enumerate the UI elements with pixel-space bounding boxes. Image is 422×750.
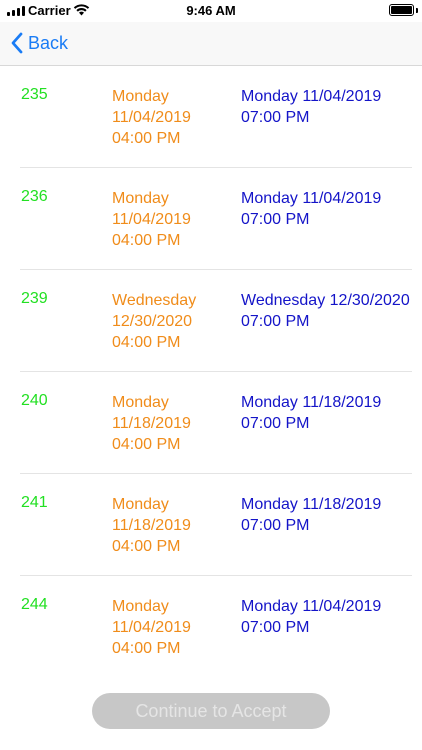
start-time: Monday 11/04/2019 04:00 PM xyxy=(112,598,191,657)
list-item[interactable]: 241 Monday 11/18/2019 04:00 PM Monday 11… xyxy=(0,474,422,576)
start-time: Monday 11/04/2019 04:00 PM xyxy=(112,88,191,147)
chevron-left-icon xyxy=(11,32,23,54)
item-id: 235 xyxy=(21,86,48,103)
item-id: 239 xyxy=(21,290,48,307)
start-time: Monday 11/18/2019 04:00 PM xyxy=(112,496,191,555)
start-time: Monday 11/04/2019 04:00 PM xyxy=(112,190,191,249)
end-time: Monday 11/18/2019 07:00 PM xyxy=(241,394,382,432)
end-time: Monday 11/04/2019 07:00 PM xyxy=(241,88,382,126)
start-time: Wednesday 12/30/2020 04:00 PM xyxy=(112,292,197,351)
battery-tip xyxy=(416,8,418,13)
back-label: Back xyxy=(28,32,69,53)
item-id: 241 xyxy=(21,494,48,511)
start-time: Monday 11/18/2019 04:00 PM xyxy=(112,394,191,453)
end-time: Monday 11/18/2019 07:00 PM xyxy=(241,496,382,534)
navigation-bar: Back xyxy=(0,22,422,66)
list-item[interactable]: 239 Wednesday 12/30/2020 04:00 PM Wednes… xyxy=(0,270,422,372)
status-time: 9:46 AM xyxy=(186,3,236,18)
continue-button[interactable]: Continue to Accept xyxy=(92,693,330,729)
end-time: Wednesday 12/30/2020 07:00 PM xyxy=(241,292,410,330)
item-id: 244 xyxy=(21,596,48,613)
list-item[interactable]: 235 Monday 11/04/2019 04:00 PM Monday 11… xyxy=(0,66,422,168)
status-bar: Carrier 9:46 AM xyxy=(0,0,422,22)
item-id: 236 xyxy=(21,188,48,205)
schedule-list: 235 Monday 11/04/2019 04:00 PM Monday 11… xyxy=(0,66,422,678)
back-button[interactable]: Back xyxy=(10,32,68,54)
item-id: 240 xyxy=(21,392,48,409)
list-item[interactable]: 236 Monday 11/04/2019 04:00 PM Monday 11… xyxy=(0,168,422,270)
end-time: Monday 11/04/2019 07:00 PM xyxy=(241,598,382,636)
list-item[interactable]: 240 Monday 11/18/2019 04:00 PM Monday 11… xyxy=(0,372,422,474)
end-time: Monday 11/04/2019 07:00 PM xyxy=(241,190,382,228)
battery-icon xyxy=(389,4,414,16)
list-item[interactable]: 244 Monday 11/04/2019 04:00 PM Monday 11… xyxy=(0,576,422,678)
